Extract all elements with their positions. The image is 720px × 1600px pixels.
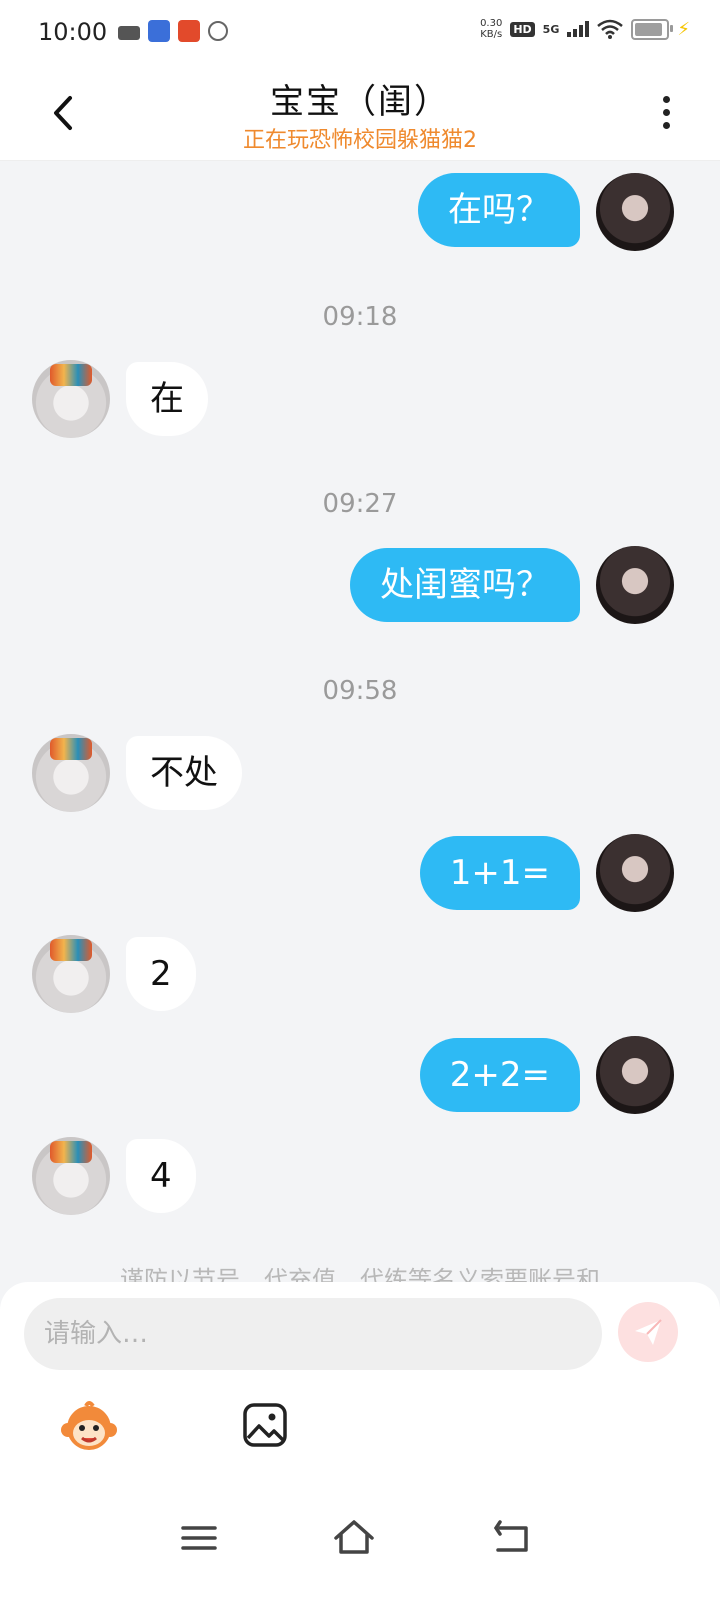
image-button[interactable] [242,1402,288,1448]
notification-icons [118,20,228,42]
nav-home-button[interactable] [332,1516,376,1560]
contact-avatar[interactable] [32,360,110,438]
message-bubble-sent[interactable]: 在吗？ [418,173,580,247]
sync-icon [208,21,228,41]
contact-name: 宝宝（闺） [270,82,450,122]
more-button[interactable] [656,92,676,136]
wifi-icon [597,19,624,39]
send-button[interactable] [618,1302,678,1362]
status-right: 0.30 KB/s HD 5G ⚡ [480,18,690,40]
back-arrow-icon [493,1520,528,1552]
menu-icon [181,1526,217,1550]
contact-avatar[interactable] [32,734,110,812]
signal-icon [567,21,590,37]
message-bubble-received[interactable]: 4 [126,1139,196,1213]
network-type: 5G [542,22,560,36]
battery-icon [631,18,674,40]
more-vertical-icon [656,96,676,129]
system-nav-bar [0,1490,720,1600]
home-icon [334,1520,374,1554]
net-speed: 0.30 KB/s [480,18,502,40]
message-bubble-received[interactable]: 在 [126,362,208,436]
message-bubble-sent[interactable]: 2+2= [419,1038,580,1112]
my-avatar[interactable] [596,546,674,624]
message-input[interactable] [24,1298,602,1370]
net-speed-unit: KB/s [480,29,503,40]
nav-back-button[interactable] [490,1516,534,1560]
my-avatar[interactable] [596,834,674,912]
chat-header: 宝宝（闺） 正在玩恐怖校园躲猫猫2 [0,66,720,161]
message-bubble-sent[interactable]: 处闺蜜吗？ [350,548,580,622]
monkey-emoji-icon [61,1401,117,1450]
video-camera-icon [118,26,140,40]
chat-list[interactable]: 在吗？ 09:18 在 09:27 处闺蜜吗？ 09:58 不处 1+1= 2 … [0,160,720,1310]
send-icon [635,1319,662,1345]
status-time: 10:00 [38,18,108,46]
timestamp: 09:18 [322,302,398,332]
contact-status: 正在玩恐怖校园躲猫猫2 [243,128,477,153]
contact-avatar[interactable] [32,935,110,1013]
nav-menu-button[interactable] [177,1516,221,1560]
battery-level [635,22,663,36]
message-bubble-sent[interactable]: 1+1= [419,836,580,910]
status-bar: 10:00 0.30 KB/s HD 5G ⚡ [0,0,720,66]
timestamp: 09:27 [322,489,398,519]
app-notification-icon [148,20,170,42]
message-bubble-received[interactable]: 2 [126,937,196,1011]
emoji-button[interactable] [60,1400,118,1454]
my-avatar[interactable] [596,1036,674,1114]
message-bubble-received[interactable]: 不处 [126,736,242,810]
timestamp: 09:58 [322,676,398,706]
net-speed-value: 0.30 [480,18,503,29]
hd-badge: HD [510,21,535,37]
game-app-icon [178,20,200,42]
image-icon [243,1403,287,1447]
my-avatar[interactable] [596,173,674,251]
contact-avatar[interactable] [32,1137,110,1215]
charging-icon: ⚡ [677,18,690,40]
